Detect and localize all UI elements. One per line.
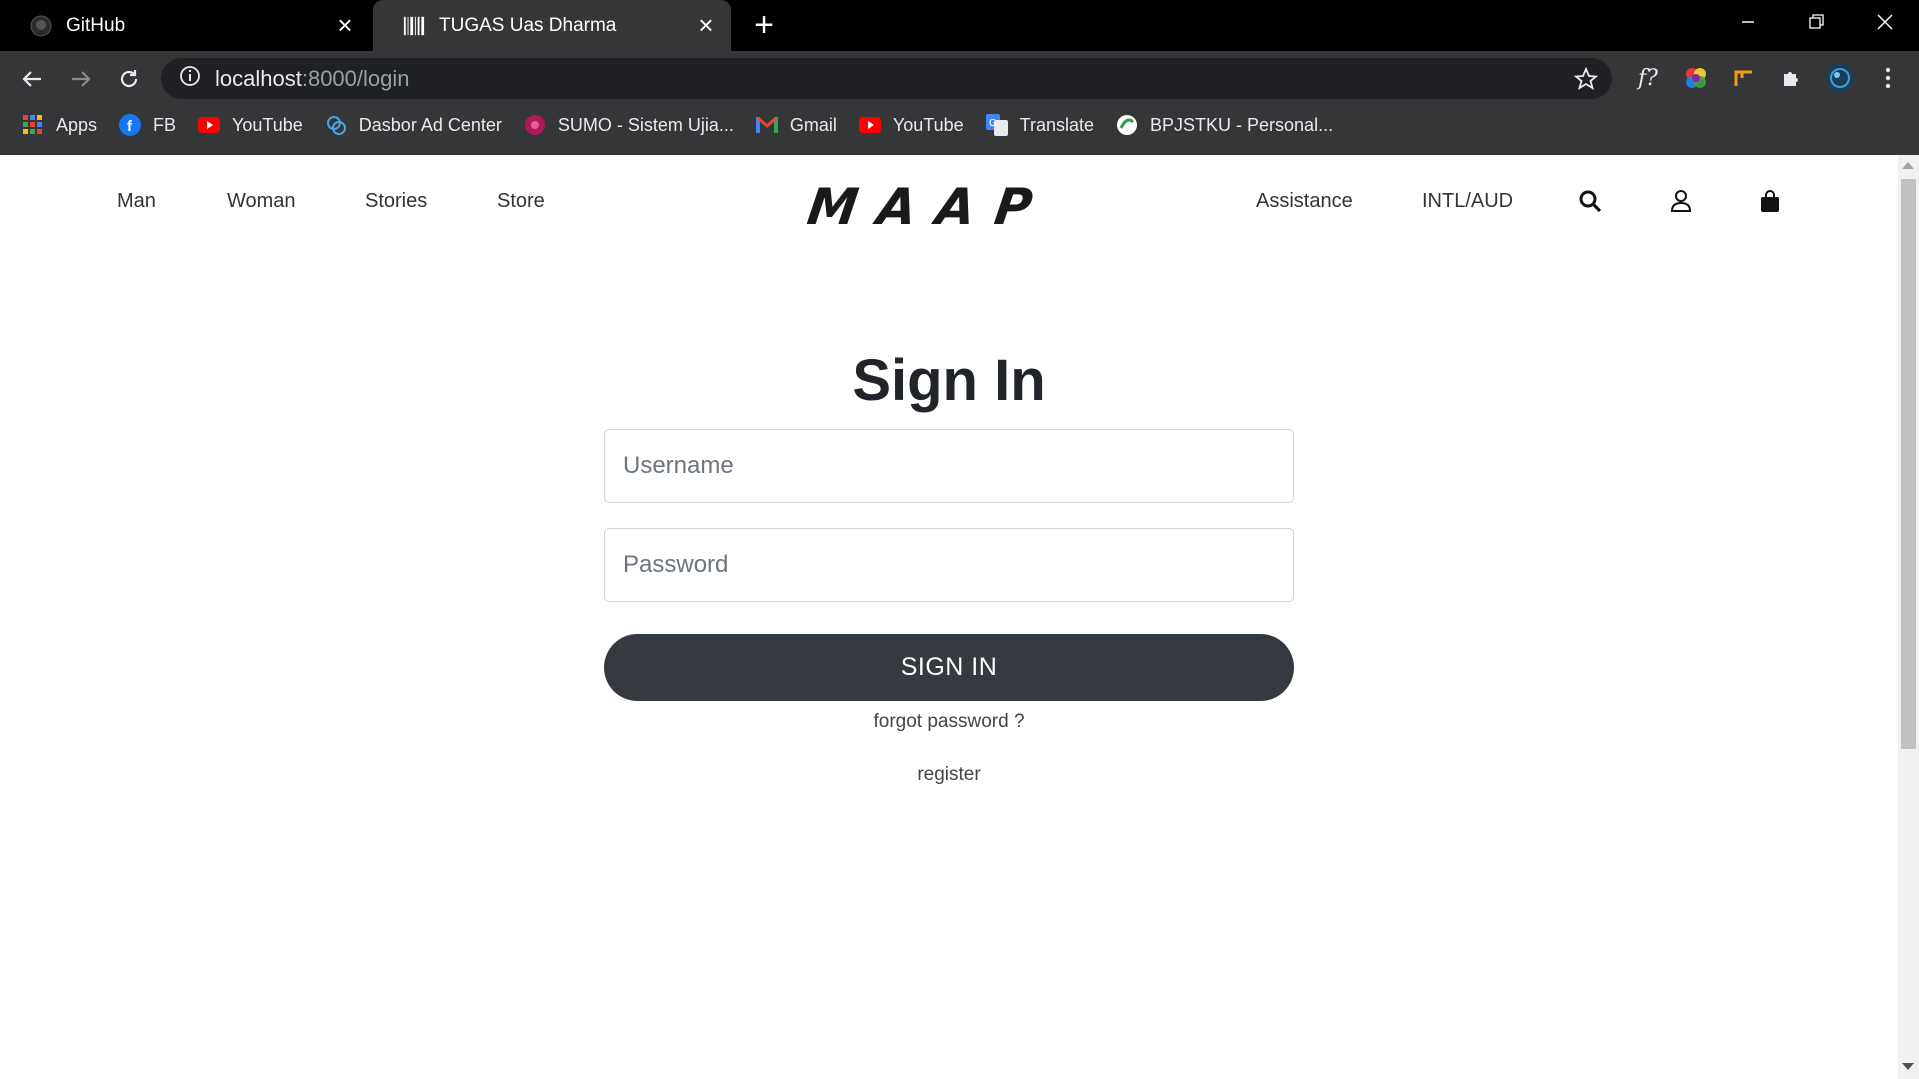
scrollbar-thumb[interactable] [1901,179,1916,749]
ad-center-icon [325,114,347,136]
bookmarks-bar: Apps f FB YouTube Dasbor Ad Center SUMO … [0,107,1333,143]
bookmark-bpjstku[interactable]: BPJSTKU - Personal... [1116,114,1333,136]
nav-link-woman[interactable]: Woman [227,190,296,213]
bookmark-youtube-2[interactable]: YouTube [858,114,964,136]
font-finder-extension-icon[interactable]: f? [1630,60,1666,96]
color-picker-extension-icon[interactable] [1678,60,1714,96]
extensions-puzzle-icon[interactable] [1774,60,1810,96]
facebook-icon: f [119,114,142,136]
username-input[interactable] [604,429,1294,503]
new-tab-button[interactable]: + [748,8,780,42]
search-icon[interactable] [1577,188,1603,214]
apps-grid-icon [22,114,44,136]
tab-title: TUGAS Uas Dharma [439,14,617,36]
bookmark-youtube[interactable]: YouTube [198,114,303,136]
shopping-bag-icon[interactable] [1757,188,1783,214]
address-bar[interactable]: localhost:8000/login [161,58,1612,99]
password-input[interactable] [604,528,1294,602]
tab-strip: GitHub × TUGAS Uas Dharma × + [0,0,1919,51]
user-account-icon[interactable] [1668,188,1694,214]
site-logo[interactable]: MAAP [804,178,1056,236]
extension-orange-icon[interactable] [1726,60,1762,96]
github-icon [30,15,52,37]
nav-link-man[interactable]: Man [117,190,156,213]
close-window-button[interactable] [1851,0,1919,44]
forgot-password-link[interactable]: forgot password ? [604,711,1294,733]
translate-icon: G [985,114,1008,136]
scroll-down-icon[interactable] [1902,1063,1914,1070]
vertical-scrollbar[interactable] [1898,155,1919,1079]
youtube-icon [858,114,881,136]
youtube-icon [198,114,221,136]
bookmark-sumo[interactable]: SUMO - Sistem Ujia... [524,114,734,136]
barcode-icon [403,15,425,37]
gmail-icon [755,114,778,136]
forward-icon[interactable] [65,63,97,95]
bookmark-dasbor-ad-center[interactable]: Dasbor Ad Center [325,114,502,136]
tab-title: GitHub [66,14,126,36]
close-tab-icon[interactable]: × [695,12,717,38]
nav-link-intl-aud[interactable]: INTL/AUD [1422,190,1513,213]
restore-button[interactable] [1782,0,1850,44]
page-title: Sign In [852,348,1046,413]
site-info-icon[interactable] [179,65,201,92]
register-link[interactable]: register [604,764,1294,786]
page-content [0,155,1898,1079]
svg-text:G: G [989,118,997,129]
sumo-icon [524,114,546,136]
sign-in-button[interactable]: SIGN IN [604,634,1294,701]
bookmark-fb[interactable]: f FB [119,114,176,136]
url-text: localhost:8000/login [215,65,410,91]
tab-github[interactable]: GitHub × [0,0,370,51]
close-tab-icon[interactable]: × [334,12,356,38]
nav-link-store[interactable]: Store [497,190,545,213]
back-icon[interactable] [16,63,48,95]
bookmark-gmail[interactable]: Gmail [755,114,837,136]
nav-link-assistance[interactable]: Assistance [1256,190,1353,213]
tab-tugas[interactable]: TUGAS Uas Dharma × [373,0,731,51]
nav-link-stories[interactable]: Stories [365,190,427,213]
reload-icon[interactable] [113,63,145,95]
minimize-button[interactable] [1714,0,1782,44]
bookmark-star-icon[interactable] [1573,66,1599,96]
bookmark-translate[interactable]: G Translate [985,114,1094,136]
scroll-up-icon[interactable] [1902,162,1914,169]
bpjstku-icon [1116,114,1138,136]
profile-avatar-icon[interactable] [1822,60,1858,96]
chrome-menu-icon[interactable] [1870,60,1906,96]
bookmark-apps[interactable]: Apps [22,114,97,136]
